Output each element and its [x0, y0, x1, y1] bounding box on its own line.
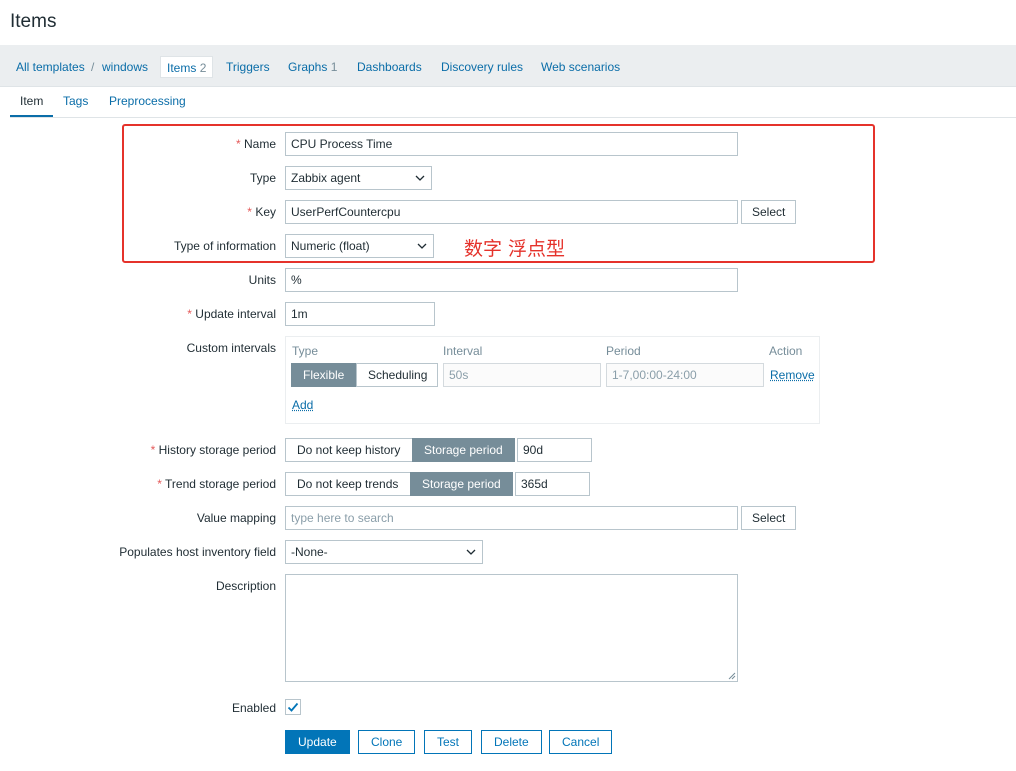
value-mapping-select-button[interactable]: Select [741, 506, 797, 530]
nav-discovery-rules[interactable]: Discovery rules [441, 60, 523, 74]
units-label: Units [248, 273, 276, 287]
history-period-input[interactable]: 90d [517, 438, 592, 462]
nav-dashboards[interactable]: Dashboards [357, 60, 422, 74]
inventory-field-label: Populates host inventory field [119, 545, 276, 559]
tab-divider [10, 117, 1016, 118]
breadcrumb-separator: / [91, 60, 95, 74]
update-interval-input[interactable]: 1m [285, 302, 435, 326]
tab-preprocessing[interactable]: Preprocessing [109, 87, 186, 117]
history-storage-period-toggle[interactable]: Storage period [412, 438, 515, 462]
nav-items[interactable]: Items 2 [160, 56, 214, 78]
nav-graphs-count: 1 [330, 60, 338, 74]
units-input[interactable]: % [285, 268, 738, 292]
breadcrumb-all-templates[interactable]: All templates [16, 60, 85, 74]
breadcrumb-template[interactable]: windows [102, 60, 148, 74]
clone-button[interactable]: Clone [358, 730, 416, 754]
ci-header-interval: Interval [443, 344, 483, 358]
ci-flexible-toggle[interactable]: Flexible [291, 363, 357, 387]
ci-scheduling-toggle[interactable]: Scheduling [356, 363, 438, 387]
annotation-text: 数字 浮点型 [464, 238, 566, 260]
inventory-field-select[interactable]: -None- [285, 540, 483, 564]
trends-storage-period-toggle[interactable]: Storage period [410, 472, 513, 496]
history-storage-label: * History storage period [150, 443, 276, 457]
enabled-checkbox[interactable] [285, 699, 301, 715]
breadcrumb: All templates / windows Items 2 Triggers… [0, 45, 1016, 86]
value-mapping-input[interactable]: type here to search [285, 506, 738, 530]
page-header: Items [0, 0, 1016, 45]
page-title: Items [10, 11, 57, 32]
update-interval-label: * Update interval [187, 307, 276, 321]
cancel-button[interactable]: Cancel [549, 730, 613, 754]
description-label: Description [215, 579, 276, 593]
ci-header-type: Type [292, 344, 319, 358]
ci-header-action: Action [769, 344, 803, 358]
inventory-field-value: -None- [291, 545, 328, 559]
tab-tags[interactable]: Tags [63, 87, 88, 117]
ci-interval-input[interactable]: 50s [443, 363, 601, 387]
chevron-down-icon [466, 549, 476, 555]
delete-button[interactable]: Delete [481, 730, 542, 754]
update-button[interactable]: Update [285, 730, 350, 754]
ci-period-input[interactable]: 1-7,00:00-24:00 [606, 363, 764, 387]
value-mapping-label: Value mapping [196, 511, 276, 525]
nav-triggers[interactable]: Triggers [226, 60, 270, 74]
trend-storage-label: * Trend storage period [157, 477, 276, 491]
ci-remove-link[interactable]: Remove [770, 368, 815, 382]
nav-items-label: Items [167, 61, 197, 75]
nav-items-count: 2 [199, 61, 207, 75]
description-textarea[interactable] [285, 574, 738, 682]
checkmark-icon [287, 702, 299, 712]
test-button[interactable]: Test [424, 730, 473, 754]
ci-add-link[interactable]: Add [292, 398, 313, 412]
ci-header-period: Period [606, 344, 641, 358]
tab-item[interactable]: Item [10, 87, 54, 117]
nav-graphs[interactable]: Graphs 1 [288, 60, 337, 74]
nav-web-scenarios[interactable]: Web scenarios [541, 60, 620, 74]
enabled-label: Enabled [231, 701, 276, 715]
trend-period-input[interactable]: 365d [515, 472, 590, 496]
nav-graphs-label: Graphs [288, 60, 328, 74]
custom-intervals-label: Custom intervals [186, 341, 276, 355]
history-do-not-keep-toggle[interactable]: Do not keep history [285, 438, 413, 462]
trends-do-not-keep-toggle[interactable]: Do not keep trends [285, 472, 411, 496]
resize-handle-icon[interactable] [728, 672, 736, 680]
